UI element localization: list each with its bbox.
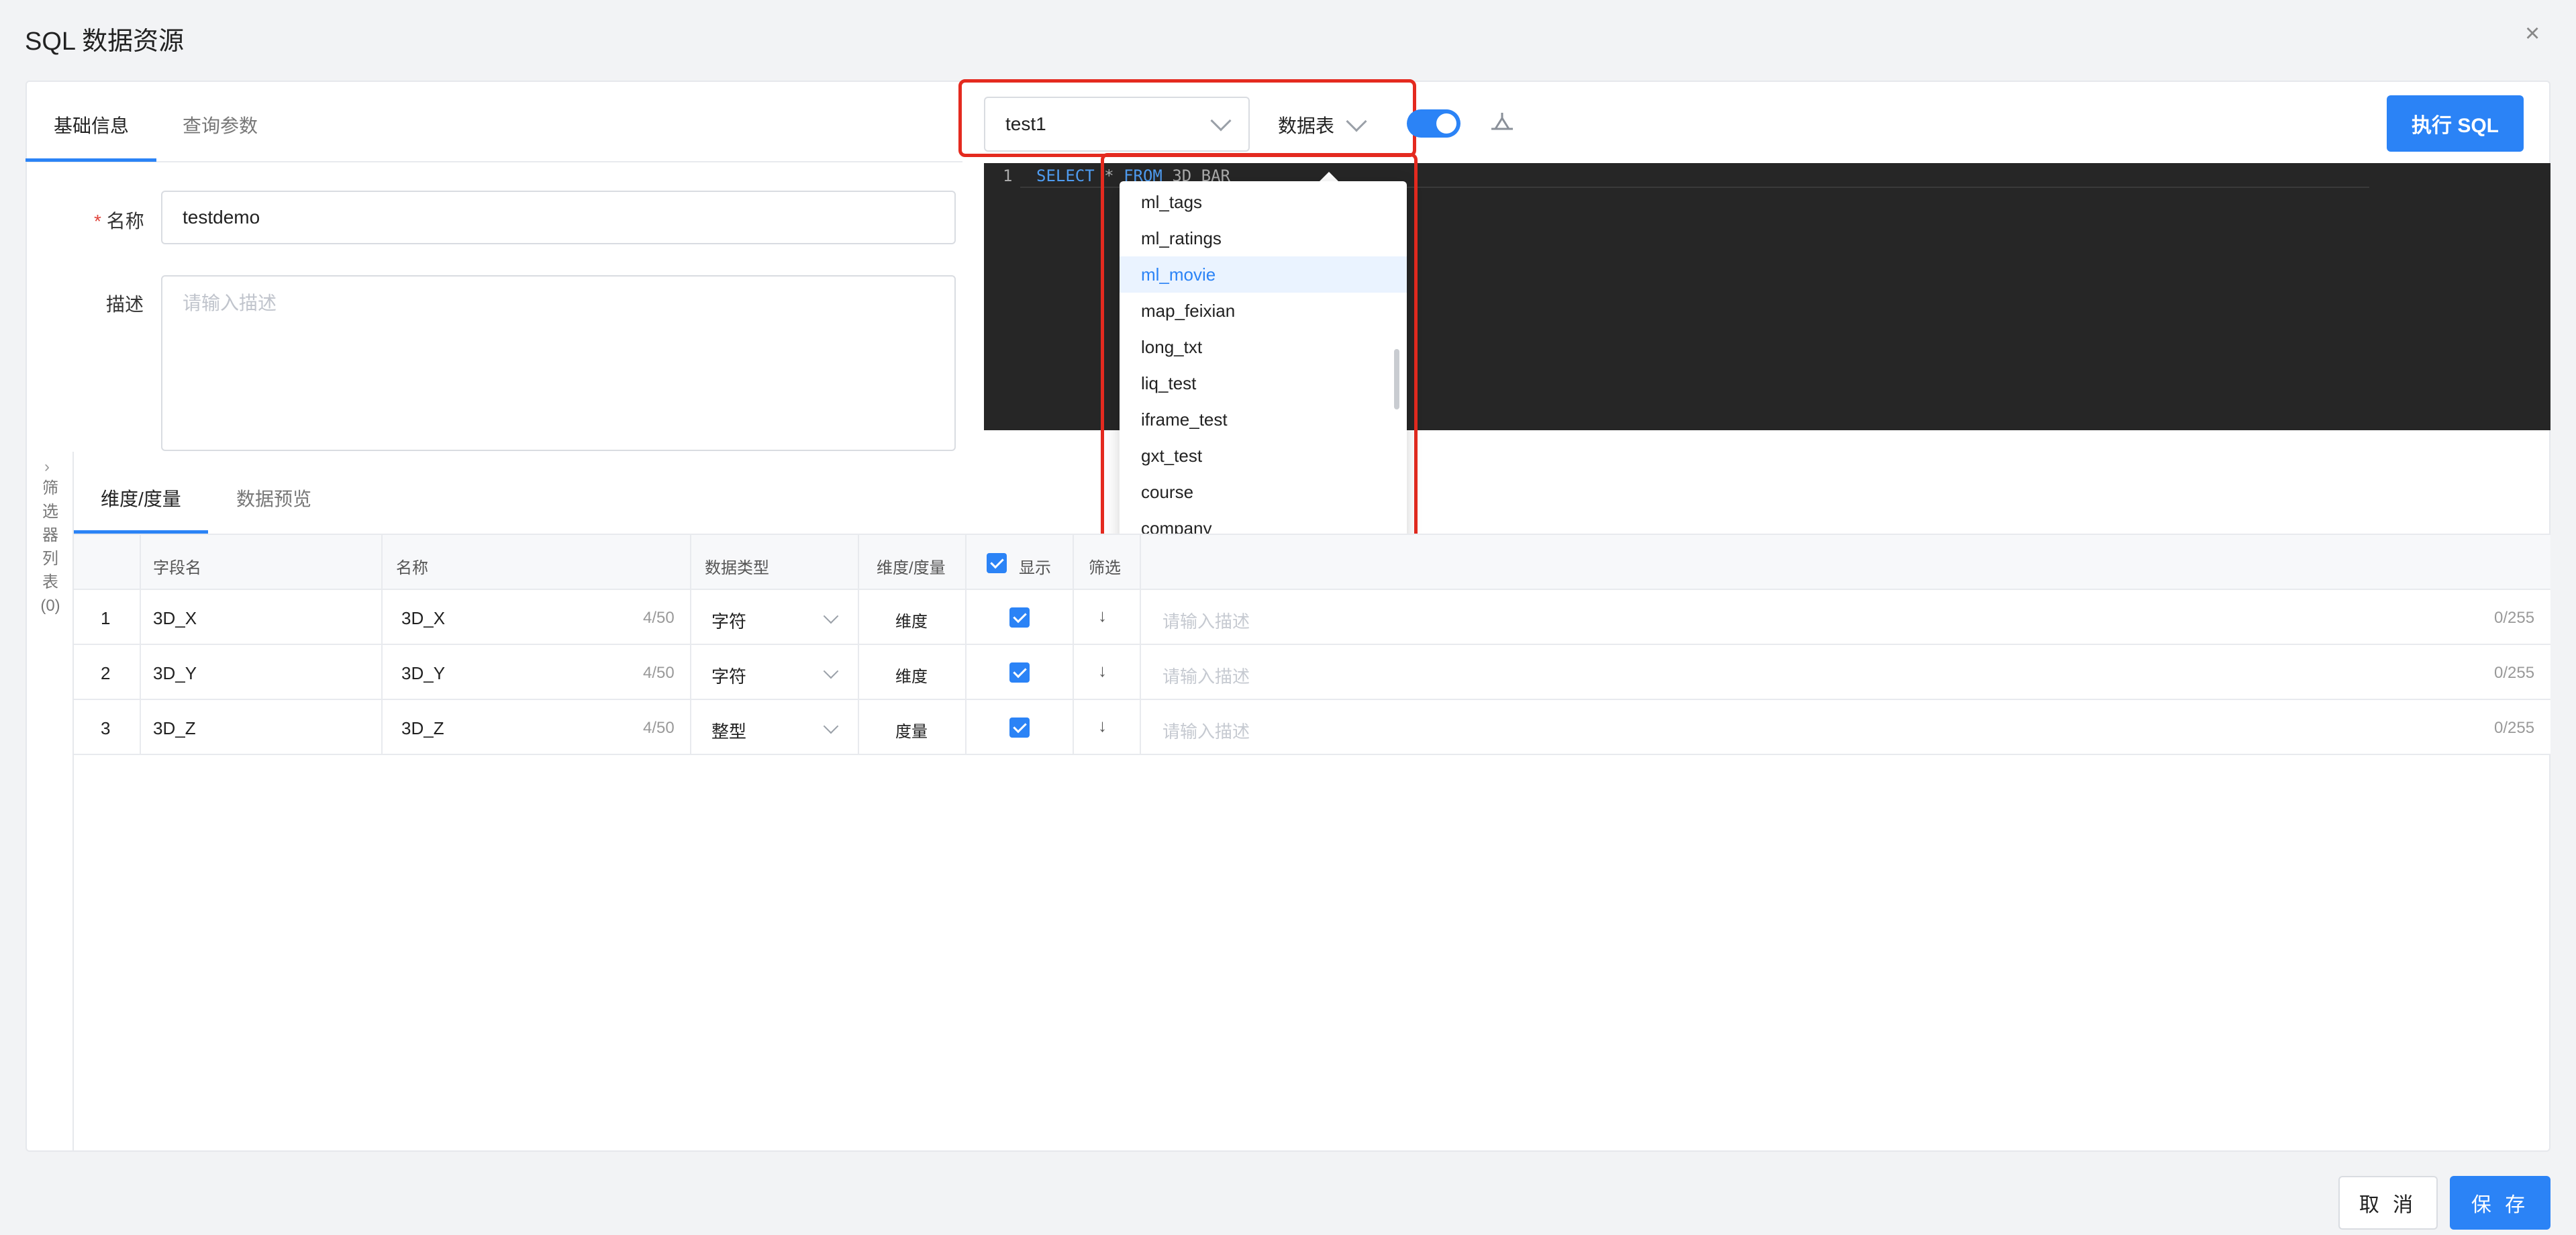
row-desc-count: 0/255 <box>2494 719 2535 737</box>
col-divider <box>965 535 967 755</box>
table-row <box>74 590 2550 645</box>
dropdown-item[interactable]: gxt_test <box>1120 438 1407 474</box>
required-mark: * <box>94 211 101 232</box>
row-index: 1 <box>101 608 111 628</box>
row-dim: 维度 <box>895 668 928 686</box>
table-select[interactable]: 数据表 <box>1278 111 1367 138</box>
chevron-down-icon <box>1210 110 1232 132</box>
arrow-down-icon[interactable]: ↓ <box>1098 715 1107 736</box>
dropdown-item[interactable]: ml_tags <box>1120 184 1407 220</box>
row-name-input[interactable]: 3D_X <box>401 608 445 629</box>
row-field: 3D_Z <box>153 718 196 738</box>
name-label: * 名称 <box>94 211 144 232</box>
dropdown-item[interactable]: course <box>1120 474 1407 510</box>
filter-list-label[interactable]: 筛选器列表 (0) <box>39 477 62 618</box>
row-name-count: 4/50 <box>643 664 675 682</box>
dropdown-scrollbar[interactable] <box>1394 349 1399 409</box>
arrow-down-icon[interactable]: ↓ <box>1098 605 1107 626</box>
database-select[interactable]: test1 <box>984 97 1250 152</box>
col-divider <box>1140 535 1141 755</box>
cancel-button[interactable]: 取 消 <box>2338 1176 2438 1230</box>
row-desc-input[interactable]: 请输入描述 <box>1162 718 1250 743</box>
header-dim: 维度/度量 <box>877 559 946 577</box>
row-field: 3D_Y <box>153 663 197 683</box>
checkbox-checked-icon[interactable] <box>1009 607 1030 628</box>
row-desc-input[interactable]: 请输入描述 <box>1162 663 1250 688</box>
col-divider <box>1073 535 1074 755</box>
dropdown-item[interactable]: ml_ratings <box>1120 220 1407 256</box>
line-number: 1 <box>1003 166 1013 185</box>
arrow-down-icon[interactable]: ↓ <box>1098 660 1107 681</box>
table-header <box>74 535 2550 590</box>
dropdown-item[interactable]: long_txt <box>1120 329 1407 365</box>
close-icon[interactable]: × <box>2525 20 2540 47</box>
tab2-active-indicator <box>74 530 208 534</box>
dropdown-item[interactable]: iframe_test <box>1120 401 1407 438</box>
modal-title: SQL 数据资源 <box>25 28 185 56</box>
dropdown-arrow <box>1320 172 1338 181</box>
chevron-down-icon <box>1346 111 1367 132</box>
description-textarea[interactable]: 请输入描述 <box>161 275 956 451</box>
row-type-select[interactable]: 整型 <box>711 718 746 743</box>
desc-label: 描述 <box>106 294 144 315</box>
col-divider <box>140 535 141 755</box>
tab-query-params[interactable]: 查询参数 <box>183 111 258 138</box>
col-divider <box>690 535 691 755</box>
header-show: 显示 <box>1019 559 1051 577</box>
tab-basic-info[interactable]: 基础信息 <box>54 111 129 138</box>
table-row <box>74 700 2550 755</box>
row-desc-count: 0/255 <box>2494 609 2535 627</box>
row-index: 3 <box>101 718 111 738</box>
col-divider <box>381 535 383 755</box>
row-dim: 维度 <box>895 613 928 631</box>
row-index: 2 <box>101 663 111 683</box>
tab-active-indicator <box>26 158 156 162</box>
row-field: 3D_X <box>153 608 197 628</box>
dropdown-item-selected[interactable]: ml_movie <box>1120 256 1407 293</box>
row-type-select[interactable]: 字符 <box>711 663 746 688</box>
toggle-switch[interactable] <box>1407 109 1460 138</box>
broom-icon[interactable] <box>1489 109 1516 139</box>
row-name-count: 4/50 <box>643 719 675 737</box>
header-name: 名称 <box>396 559 428 577</box>
row-desc-input[interactable]: 请输入描述 <box>1162 608 1250 633</box>
col-divider <box>858 535 859 755</box>
checkbox-checked-icon[interactable] <box>1009 662 1030 683</box>
checkbox-checked-icon[interactable] <box>987 553 1007 573</box>
chevron-right-icon[interactable]: › <box>44 458 50 477</box>
header-filter: 筛选 <box>1089 559 1121 577</box>
checkbox-checked-icon[interactable] <box>1009 718 1030 738</box>
row-dim: 度量 <box>895 723 928 741</box>
tab-data-preview[interactable]: 数据预览 <box>236 485 311 511</box>
row-type-select[interactable]: 字符 <box>711 608 746 633</box>
row-name-count: 4/50 <box>643 609 675 627</box>
row-name-input[interactable]: 3D_Z <box>401 718 444 739</box>
tab-dimension-measure[interactable]: 维度/度量 <box>101 485 181 511</box>
dropdown-item[interactable]: map_feixian <box>1120 293 1407 329</box>
name-input[interactable]: testdemo <box>161 191 956 244</box>
header-field: 字段名 <box>153 559 201 577</box>
header-type: 数据类型 <box>705 559 769 577</box>
save-button[interactable]: 保 存 <box>2450 1176 2550 1230</box>
dropdown-item[interactable]: liq_test <box>1120 365 1407 401</box>
row-name-input[interactable]: 3D_Y <box>401 663 445 684</box>
table-row <box>74 645 2550 700</box>
row-desc-count: 0/255 <box>2494 664 2535 682</box>
tab-bar-divider <box>26 161 962 162</box>
run-sql-button[interactable]: 执行 SQL <box>2387 95 2524 152</box>
